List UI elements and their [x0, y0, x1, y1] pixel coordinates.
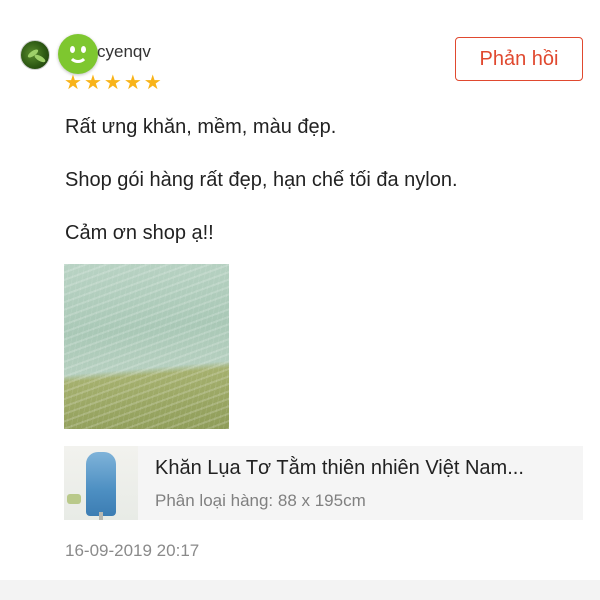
product-name: Khăn Lụa Tơ Tằm thiên nhiên Việt Nam... — [155, 457, 524, 479]
star-icon: ★ — [103, 72, 122, 94]
review-text-line: Rất ưng khăn, mềm, màu đẹp. — [65, 116, 337, 138]
reply-button[interactable]: Phản hồi — [455, 37, 583, 81]
product-variant: Phân loại hàng: 88 x 195cm — [155, 491, 366, 510]
scarf-image — [86, 452, 116, 516]
section-divider — [0, 580, 600, 600]
smiley-face-icon — [58, 34, 98, 74]
review-text-line: Cảm ơn shop ạ!! — [65, 222, 214, 244]
user-avatar[interactable] — [20, 40, 50, 70]
review-item: cyenqv ★ ★ ★ ★ ★ Phản hồi Rất ưng khăn, … — [0, 0, 600, 580]
product-card[interactable]: Khăn Lụa Tơ Tằm thiên nhiên Việt Nam... … — [64, 446, 583, 520]
review-timestamp: 16-09-2019 20:17 — [65, 541, 200, 560]
star-icon: ★ — [64, 72, 82, 94]
star-icon: ★ — [83, 72, 102, 94]
rating-stars: ★ ★ ★ ★ ★ — [64, 73, 162, 93]
product-thumbnail — [64, 446, 138, 520]
review-photo[interactable] — [64, 264, 229, 429]
star-icon: ★ — [143, 72, 162, 94]
brand-logo — [67, 494, 81, 504]
review-text-line: Shop gói hàng rất đẹp, hạn chế tối đa ny… — [65, 169, 458, 191]
reviewer-username[interactable]: cyenqv — [97, 42, 151, 62]
star-icon: ★ — [123, 72, 142, 94]
